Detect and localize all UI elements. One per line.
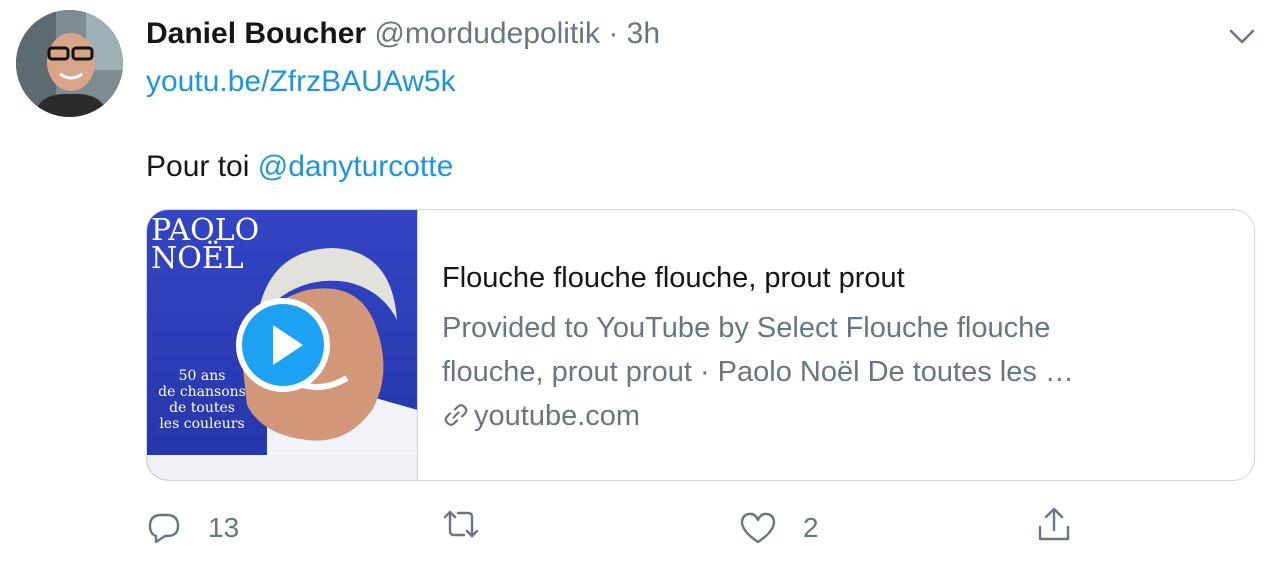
link-icon [444,404,468,426]
heart-icon [740,512,776,544]
tweet-text-prefix: Pour toi [146,150,250,183]
tweet-text: Pour toi @danyturcotte [146,147,453,187]
card-description-line2: flouche, prout prout · Paolo Noël De tou… [442,356,1074,388]
card-title[interactable]: Flouche flouche flouche, prout prout [442,258,905,298]
share-button[interactable] [1036,506,1072,544]
card-description-line1: Provided to YouTube by Select Flouche fl… [442,312,1051,344]
retweet-icon [443,510,479,538]
album-caption-3: de toutes [169,400,235,416]
card-thumbnail[interactable]: PAOLO NOËL 50 ans de chansons de toutes … [147,210,418,480]
tweet-actions: 13 2 [0,506,1275,550]
tweet-mention[interactable]: @danyturcotte [258,150,454,183]
card-domain-text: youtube.com [474,400,641,432]
avatar-image [16,10,123,117]
play-icon[interactable] [235,297,331,393]
tweet-link[interactable]: youtu.be/ZfrzBAUAw5k [146,62,456,102]
album-caption-1: 50 ans [179,368,226,384]
reply-count: 13 [208,512,240,543]
reply-icon [148,513,180,544]
author-name[interactable]: Daniel Boucher [146,17,366,50]
author-handle[interactable]: @mordudepolitik [374,17,600,50]
retweet-button[interactable] [441,506,507,542]
chevron-down-icon[interactable] [1226,20,1258,52]
tweet-timestamp[interactable]: 3h [627,17,660,50]
reply-button[interactable]: 13 [146,506,239,550]
card-description: Provided to YouTube by Select Flouche fl… [442,306,1162,394]
like-count: 2 [803,512,819,543]
like-button[interactable]: 2 [739,506,819,550]
album-caption-2: de chansons [158,384,246,400]
share-icon [1038,507,1070,541]
album-caption-4: les couleurs [159,416,244,432]
link-card[interactable]: PAOLO NOËL 50 ans de chansons de toutes … [146,209,1255,481]
card-domain: youtube.com [442,396,640,436]
album-artist-line2: NOËL [151,240,244,276]
author-avatar[interactable] [16,10,123,117]
header-separator: · [608,17,619,50]
tweet-header: Daniel Boucher @mordudepolitik · 3h [146,14,660,54]
